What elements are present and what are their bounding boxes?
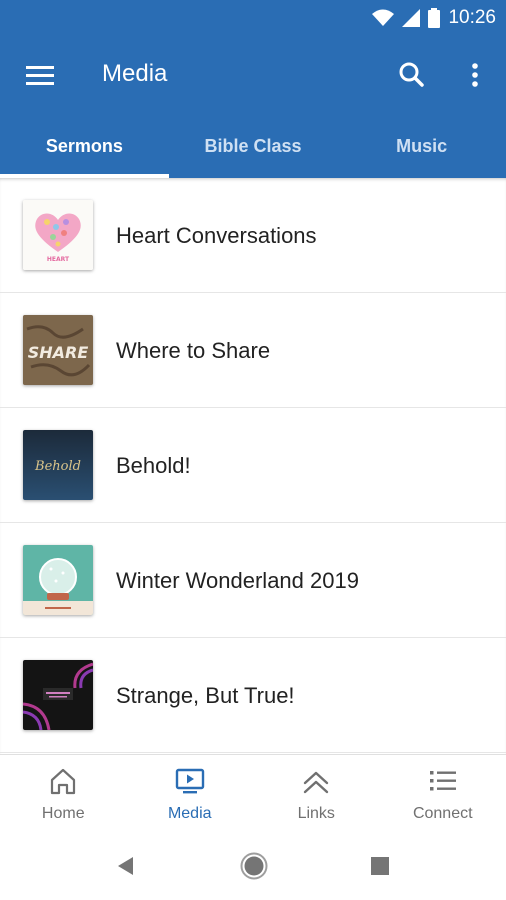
back-icon[interactable] [116,856,136,876]
media-icon [175,768,204,794]
status-time: 10:26 [448,7,496,28]
tab-music[interactable]: Music [337,114,506,178]
nav-label: Media [167,805,212,822]
bottom-navigation: Home Media Links Connect [0,754,506,832]
overflow-menu-button[interactable] [462,58,488,92]
search-icon [399,62,424,87]
list-item-title: Heart Conversations [116,223,317,248]
thumbnail-where-to-share: SHARE [23,315,93,385]
tab-sermons[interactable]: Sermons [0,114,169,178]
list-item-title: Winter Wonderland 2019 [116,568,359,593]
nav-label: Links [297,805,335,822]
nav-label: Home [41,805,85,822]
cell-signal-icon [402,9,421,27]
thumbnail-winter-wonderland [23,545,93,615]
search-button[interactable] [394,58,428,92]
nav-label: Connect [412,805,473,822]
recents-icon[interactable] [371,857,389,875]
thumbnail-heart-conversations: HEART [23,200,93,270]
hamburger-menu-icon [26,66,54,85]
home-circle-icon[interactable] [240,852,268,880]
connect-icon [429,771,456,791]
list-item[interactable]: SHARE Where to Share [0,293,506,408]
list-item-title: Strange, But True! [116,683,295,708]
nav-media[interactable]: Media [127,755,254,832]
wifi-icon [372,9,395,26]
status-bar: 10:26 [0,0,506,36]
nav-connect[interactable]: Connect [380,755,506,832]
battery-icon [428,8,441,28]
svg-text:SHARE: SHARE [28,343,89,362]
svg-text:Behold: Behold [34,459,81,474]
links-icon [304,771,329,794]
app-bar: Media [0,36,506,114]
page-title: Media [102,60,168,87]
home-icon [51,768,76,795]
svg-text:HEART: HEART [47,256,70,263]
nav-links[interactable]: Links [253,755,380,832]
media-list: HEART Heart Conversations SHARE Where to… [0,178,506,754]
list-item[interactable]: Winter Wonderland 2019 [0,523,506,638]
thumbnail-strange-but-true [23,660,93,730]
tab-bar: Sermons Bible Class Music [0,114,506,178]
more-vert-icon [472,63,478,87]
list-item[interactable]: Behold Behold! [0,408,506,523]
thumbnail-behold: Behold [23,430,93,500]
list-item-title: Behold! [116,453,191,478]
list-item[interactable]: HEART Heart Conversations [0,178,506,293]
list-item-title: Where to Share [116,338,271,363]
list-item[interactable]: Strange, But True! [0,638,506,753]
tab-bible-class[interactable]: Bible Class [169,114,338,178]
menu-button[interactable] [20,58,60,92]
nav-home[interactable]: Home [0,755,127,832]
system-navigation-bar [0,832,506,900]
